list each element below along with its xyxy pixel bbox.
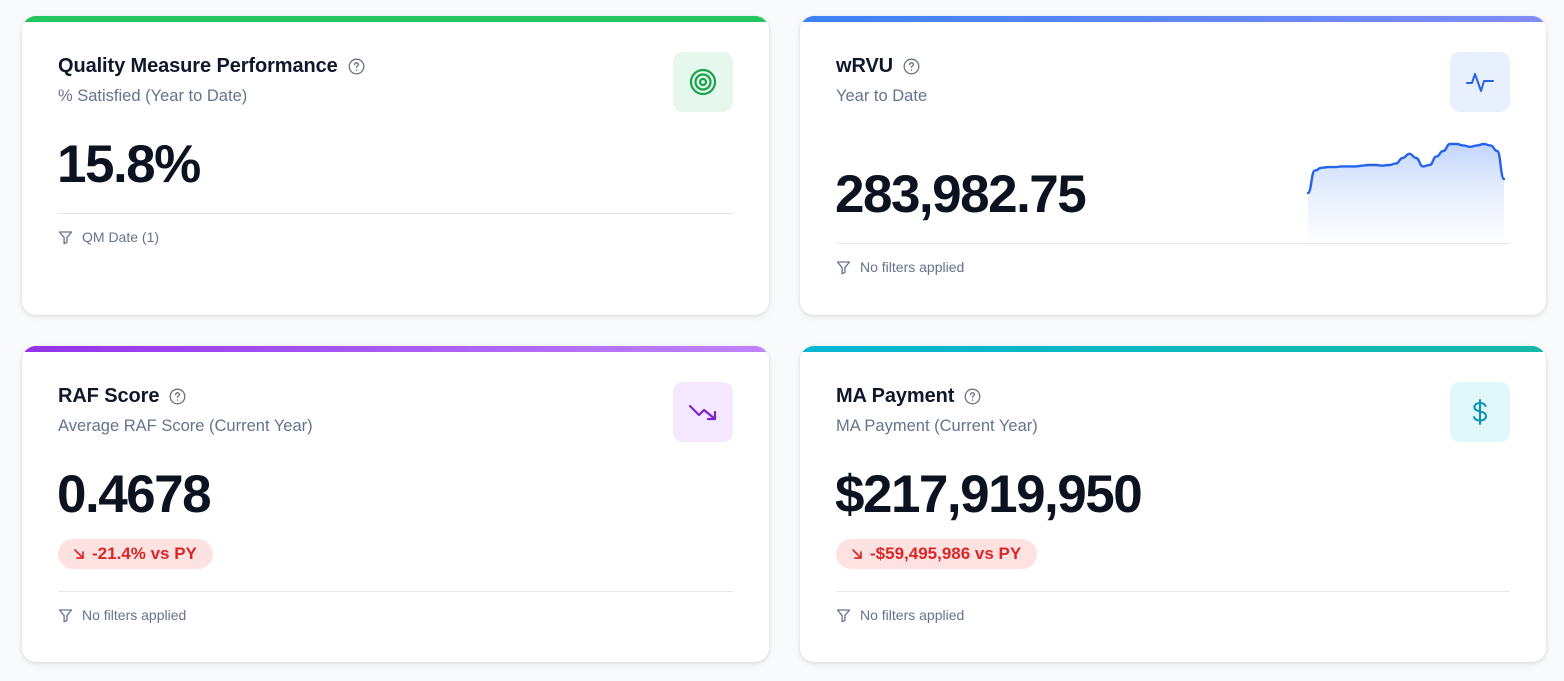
- card-divider: [58, 591, 733, 592]
- wrvu-card: wRVU Year to Date 283,982.75 No filters …: [800, 16, 1546, 315]
- filter-icon: [58, 608, 73, 623]
- card-title: MA Payment: [836, 385, 955, 407]
- help-icon[interactable]: [169, 388, 186, 405]
- card-accent-bar: [800, 346, 1546, 352]
- filter-text: No filters applied: [860, 259, 965, 275]
- filter-summary[interactable]: QM Date (1): [58, 229, 159, 245]
- card-divider: [836, 243, 1510, 244]
- card-subtitle: Year to Date: [836, 87, 928, 105]
- filter-summary[interactable]: No filters applied: [836, 259, 964, 275]
- filter-icon: [58, 230, 73, 245]
- card-subtitle: MA Payment (Current Year): [836, 417, 1038, 435]
- help-icon[interactable]: [903, 58, 920, 75]
- wrvu-sparkline: [1306, 142, 1506, 246]
- metric-value: 15.8%: [57, 135, 201, 194]
- delta-badge: -21.4% vs PY: [58, 539, 213, 569]
- card-accent-bar: [22, 16, 769, 22]
- activity-icon: [1450, 52, 1510, 112]
- delta-text: -21.4% vs PY: [92, 544, 197, 563]
- trending-down-icon: [673, 382, 733, 442]
- metric-value: $217,919,950: [835, 465, 1143, 524]
- arrow-down-right-icon: [850, 547, 864, 561]
- metric-value: 0.4678: [57, 465, 212, 524]
- card-title-row: Quality Measure Performance: [58, 55, 365, 78]
- card-accent-bar: [800, 16, 1546, 22]
- card-subtitle: Average RAF Score (Current Year): [58, 417, 313, 435]
- card-divider: [836, 591, 1510, 592]
- filter-summary[interactable]: No filters applied: [836, 607, 964, 623]
- card-subtitle: % Satisfied (Year to Date): [58, 87, 248, 105]
- delta-badge: -$59,495,986 vs PY: [836, 539, 1038, 569]
- delta-text: -$59,495,986 vs PY: [870, 544, 1022, 563]
- card-title: RAF Score: [58, 385, 160, 407]
- card-title-row: RAF Score: [58, 385, 186, 408]
- target-icon: [673, 52, 733, 112]
- card-title-row: MA Payment: [836, 385, 981, 408]
- help-icon[interactable]: [964, 388, 981, 405]
- dollar-icon: [1450, 382, 1510, 442]
- filter-text: No filters applied: [860, 607, 965, 623]
- help-icon[interactable]: [348, 58, 365, 75]
- card-accent-bar: [22, 346, 769, 352]
- arrow-down-right-icon: [72, 547, 86, 561]
- filter-icon: [836, 608, 851, 623]
- filter-text: No filters applied: [82, 607, 187, 623]
- raf-score-card: RAF Score Average RAF Score (Current Yea…: [22, 346, 769, 662]
- metric-value: 283,982.75: [835, 165, 1087, 224]
- sparkline-area: [1308, 144, 1504, 246]
- filter-icon: [836, 260, 851, 275]
- card-divider: [58, 213, 733, 214]
- card-title: wRVU: [836, 55, 894, 77]
- card-title-row: wRVU: [836, 55, 920, 78]
- filter-summary[interactable]: No filters applied: [58, 607, 186, 623]
- qm-performance-card: Quality Measure Performance % Satisfied …: [22, 16, 769, 315]
- filter-text: QM Date (1): [82, 229, 160, 245]
- ma-payment-card: MA Payment MA Payment (Current Year) $21…: [800, 346, 1546, 662]
- card-title: Quality Measure Performance: [58, 55, 338, 77]
